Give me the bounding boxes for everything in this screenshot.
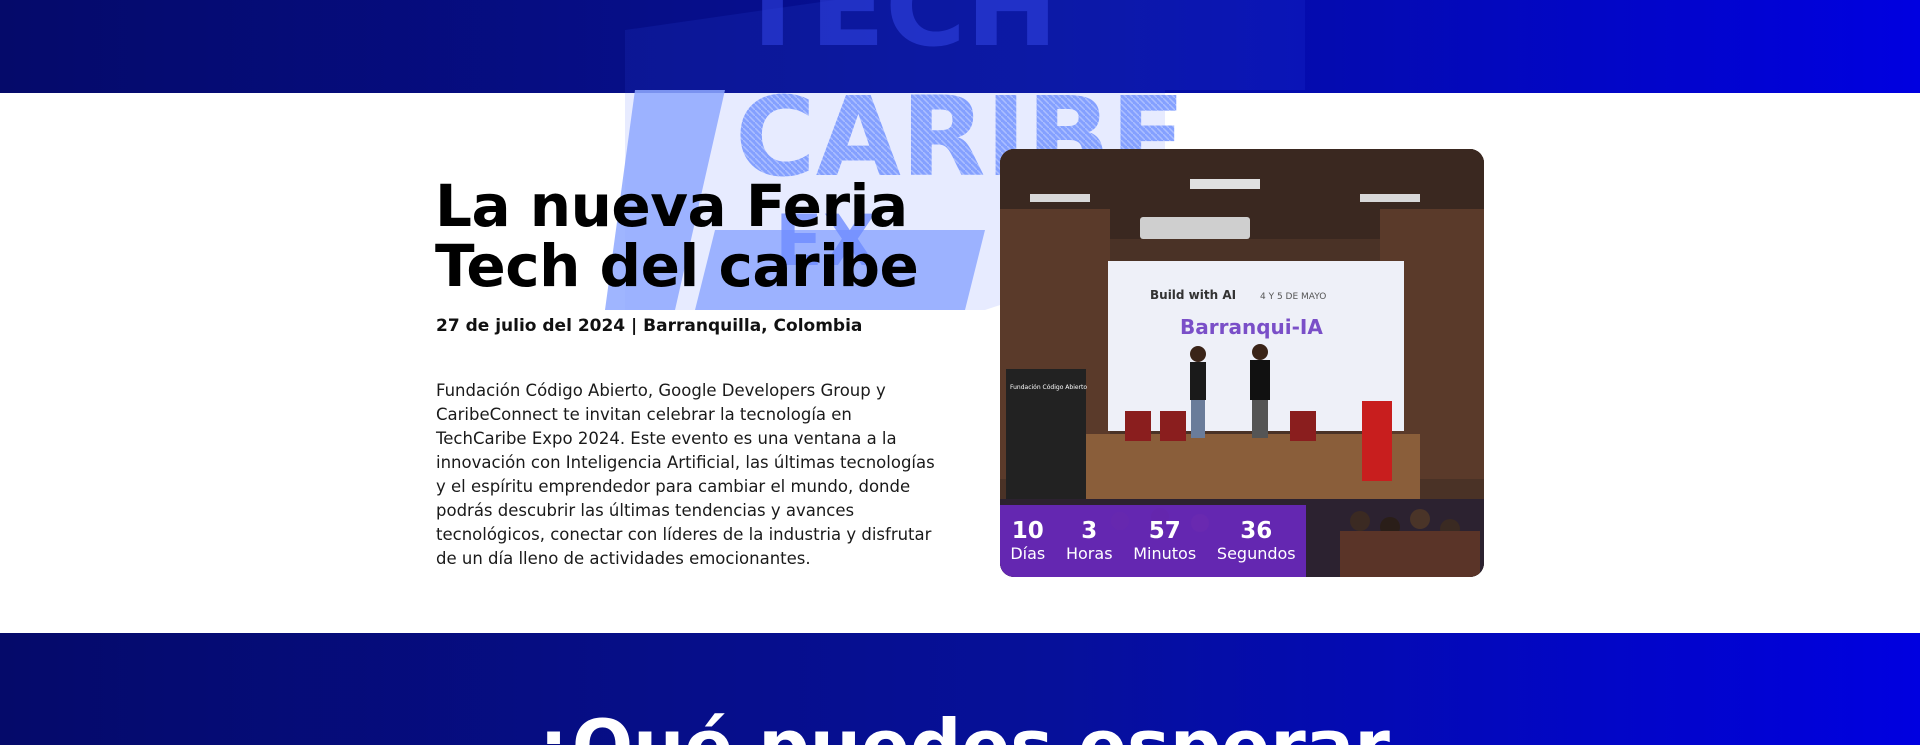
hero-title: La nueva Feria Tech del caribe <box>435 172 919 300</box>
event-description: Fundación Código Abierto, Google Develop… <box>436 380 935 568</box>
countdown-minutes-value: 57 <box>1148 518 1181 544</box>
what-to-expect-section: ¿Qué puedes esperar <box>0 633 1920 745</box>
screen-date: 4 Y 5 DE MAYO <box>1260 292 1326 302</box>
screen-title: Barranqui-IA <box>1180 315 1323 339</box>
hero-title-line2: Tech del caribe <box>435 232 919 300</box>
countdown-days-label: Días <box>1010 544 1046 563</box>
countdown-hours-label: Horas <box>1065 544 1113 563</box>
section-title: ¿Qué puedes esperar <box>0 710 1920 745</box>
countdown-hours-value: 3 <box>1081 518 1098 544</box>
hero-title-line1: La nueva Feria <box>435 172 908 240</box>
event-date-location: 27 de julio del 2024 | Barranquilla, Col… <box>436 316 863 336</box>
countdown-minutes: 57 Minutos <box>1133 518 1196 564</box>
countdown-seconds-label: Segundos <box>1216 544 1296 563</box>
countdown-days-value: 10 <box>1011 518 1044 544</box>
countdown-timer: 10 Días 3 Horas 57 Minutos 36 Segundos <box>1000 505 1306 577</box>
countdown-seconds: 36 Segundos <box>1217 518 1296 564</box>
countdown-days: 10 Días <box>1010 518 1045 564</box>
screen-brand: Build with AI <box>1150 288 1236 302</box>
countdown-seconds-value: 36 <box>1240 518 1273 544</box>
banner-text: Fundación Código Abierto <box>1010 384 1087 391</box>
logo-word-tech: TECH <box>735 0 1058 71</box>
countdown-minutes-label: Minutos <box>1133 544 1197 563</box>
countdown-hours: 3 Horas <box>1066 518 1113 564</box>
